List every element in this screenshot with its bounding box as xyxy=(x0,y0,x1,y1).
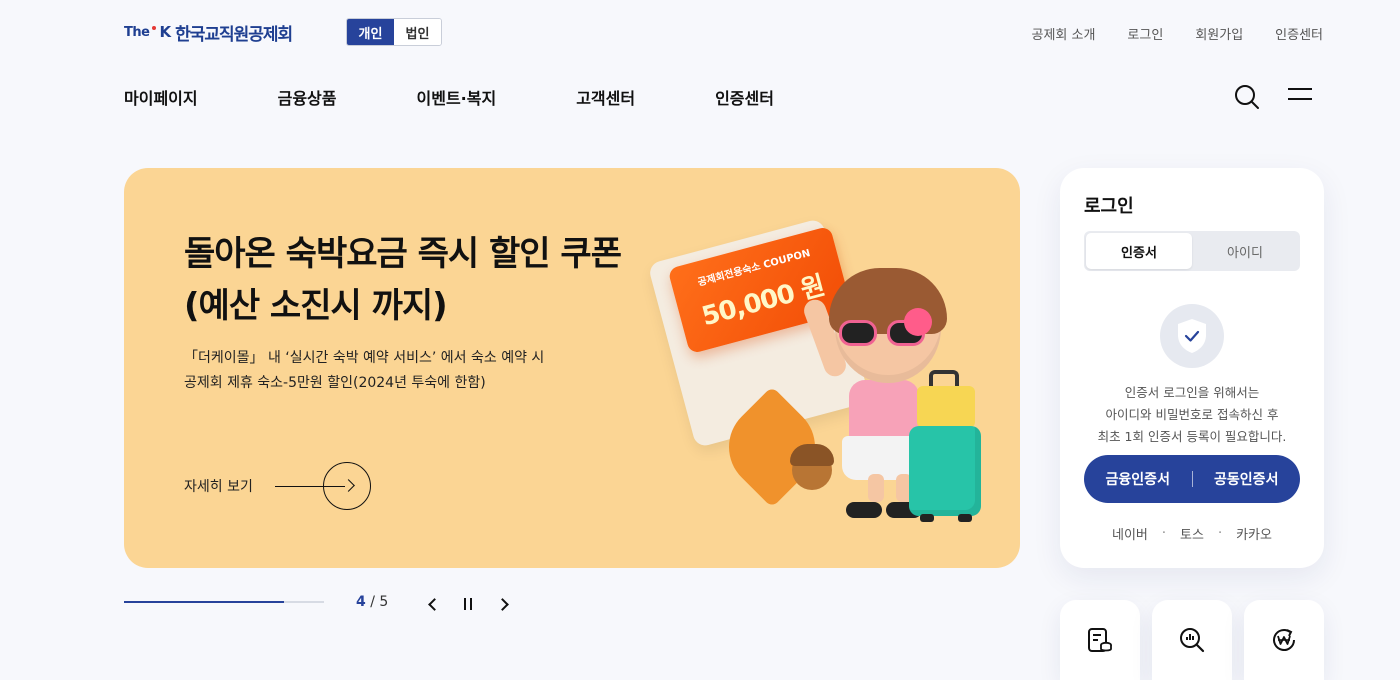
banner-title: 돌아온 숙박요금 즉시 할인 쿠폰 (예산 소진시 까지) xyxy=(184,228,622,332)
login-title: 로그인 xyxy=(1084,196,1134,217)
tab-id[interactable]: 아이디 xyxy=(1192,233,1298,269)
search-chart-icon xyxy=(1180,628,1205,653)
flower-illustration xyxy=(904,308,932,336)
won-refresh-icon xyxy=(1273,629,1295,651)
logo-k: K xyxy=(159,23,172,41)
nav-financial-products[interactable]: 금융상품 xyxy=(278,85,337,109)
chevron-right-icon xyxy=(495,597,509,611)
nav-events-welfare[interactable]: 이벤트·복지 xyxy=(417,85,497,109)
slide-progress-fill xyxy=(124,601,284,603)
utility-nav: 공제회 소개 로그인 회원가입 인증센터 xyxy=(1031,24,1323,43)
banner-title-line1: 돌아온 숙박요금 즉시 할인 쿠폰 xyxy=(184,234,622,274)
member-type-toggle: 개인 법인 xyxy=(346,18,442,46)
nav-customer-center[interactable]: 고객센터 xyxy=(576,85,635,109)
quick-button-documents[interactable] xyxy=(1060,600,1140,680)
hamburger-menu-icon[interactable] xyxy=(1288,88,1312,106)
search-icon[interactable] xyxy=(1234,84,1260,110)
suitcase-yellow xyxy=(917,386,975,428)
social-sep: · xyxy=(1161,526,1167,541)
banner-desc-line1: 「더케이몰」 내 ‘실시간 숙박 예약 서비스’ 에서 숙소 예약 시 xyxy=(184,350,545,366)
social-sep: · xyxy=(1217,526,1223,541)
arrow-right-icon xyxy=(322,462,371,510)
nav-cert-center[interactable]: 인증센터 xyxy=(715,85,774,109)
logo-dot xyxy=(152,26,157,30)
shield-check-icon xyxy=(1160,304,1224,368)
logo-name: 한국교직원공제회 xyxy=(175,24,293,45)
slide-progress-bar xyxy=(124,601,324,603)
login-kakao[interactable]: 카카오 xyxy=(1236,524,1272,543)
site-logo[interactable]: The K 한국교직원공제회 xyxy=(124,20,293,45)
promo-banner[interactable]: 돌아온 숙박요금 즉시 할인 쿠폰 (예산 소진시 까지) 「더케이몰」 내 ‘… xyxy=(124,168,1020,568)
util-link-join[interactable]: 회원가입 xyxy=(1195,24,1243,43)
acorn-illustration xyxy=(790,444,834,490)
main-nav: 마이페이지 금융상품 이벤트·복지 고객센터 인증센터 xyxy=(124,85,854,109)
toggle-corporate[interactable]: 법인 xyxy=(394,19,441,45)
cert-info-line1: 인증서 로그인을 위해서는 xyxy=(1124,385,1260,400)
slide-separator: / xyxy=(370,594,375,610)
quick-button-search[interactable] xyxy=(1152,600,1232,680)
logo-prefix: The xyxy=(124,24,150,40)
banner-description: 「더케이몰」 내 ‘실시간 숙박 예약 서비스’ 에서 숙소 예약 시 공제회 … xyxy=(184,346,544,396)
prev-slide-button[interactable] xyxy=(424,595,441,613)
banner-desc-line2: 공제회 제휴 숙소-5만원 할인(2024년 투숙에 한함) xyxy=(184,375,486,391)
slide-counter: 4 / 5 xyxy=(356,594,388,610)
pause-slide-button[interactable] xyxy=(460,595,476,613)
login-naver[interactable]: 네이버 xyxy=(1112,524,1148,543)
toggle-personal[interactable]: 개인 xyxy=(347,19,394,45)
cert-info-line3: 최초 1회 인증서 등록이 필요합니다. xyxy=(1097,429,1287,444)
tab-certificate[interactable]: 인증서 xyxy=(1086,233,1192,269)
next-slide-button[interactable] xyxy=(495,595,512,613)
slide-current: 4 xyxy=(356,594,366,610)
cert-info-line2: 아이디와 비밀번호로 접속하신 후 xyxy=(1105,407,1279,422)
pause-icon xyxy=(464,598,472,610)
quick-button-exchange[interactable] xyxy=(1244,600,1324,680)
util-link-about[interactable]: 공제회 소개 xyxy=(1031,24,1095,43)
more-label: 자세히 보기 xyxy=(184,479,253,495)
banner-title-line2: (예산 소진시 까지) xyxy=(184,286,448,326)
social-login-links: 네이버 · 토스 · 카카오 xyxy=(1060,524,1324,543)
document-coins-icon xyxy=(1088,628,1112,652)
finance-cert-button[interactable]: 금융인증서 xyxy=(1084,469,1192,489)
joint-cert-button[interactable]: 공동인증서 xyxy=(1193,469,1301,489)
chevron-left-icon xyxy=(427,597,441,611)
suitcase-green xyxy=(909,426,981,516)
banner-more-link[interactable]: 자세히 보기 xyxy=(184,462,371,510)
slide-total: 5 xyxy=(379,594,389,610)
login-tabs: 인증서 아이디 xyxy=(1084,231,1300,271)
suitcase-wheels xyxy=(916,514,976,522)
nav-mypage[interactable]: 마이페이지 xyxy=(124,85,198,109)
login-toss[interactable]: 토스 xyxy=(1180,524,1204,543)
login-card: 로그인 인증서 아이디 인증서 로그인을 위해서는 아이디와 비밀번호로 접속하… xyxy=(1060,168,1324,568)
util-link-login[interactable]: 로그인 xyxy=(1127,24,1163,43)
util-link-cert[interactable]: 인증센터 xyxy=(1275,24,1323,43)
cert-login-buttons: 금융인증서 공동인증서 xyxy=(1084,455,1300,503)
cert-info-text: 인증서 로그인을 위해서는 아이디와 비밀번호로 접속하신 후 최초 1회 인증… xyxy=(1060,382,1324,448)
